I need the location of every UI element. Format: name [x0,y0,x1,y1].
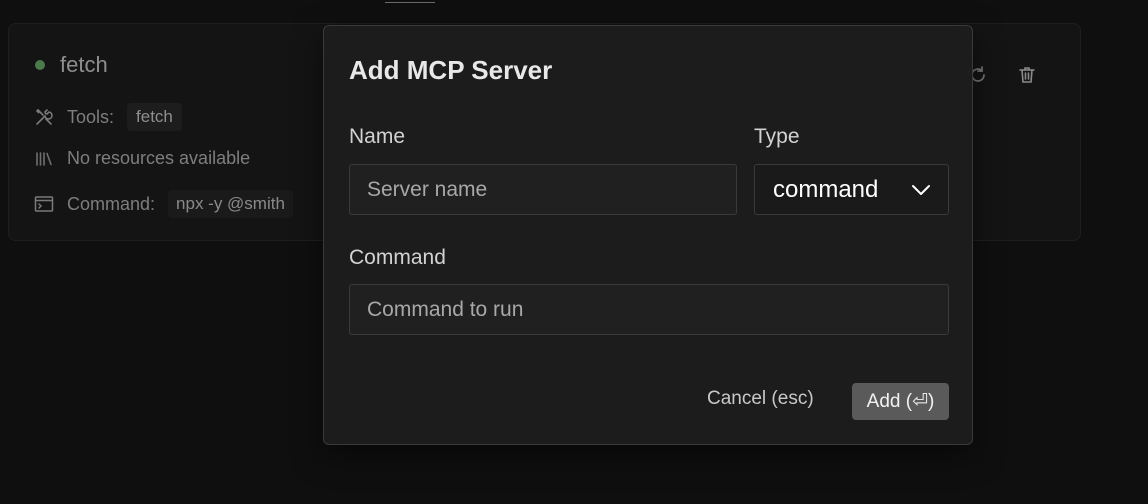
add-server-dialog: Add MCP Server Name Type command Command… [323,25,973,445]
type-select[interactable]: command [754,164,949,215]
server-name: fetch [60,52,108,77]
terminal-icon [34,194,54,214]
tools-label: Tools: [67,106,115,127]
resources-row: No resources available [34,148,250,169]
card-actions [967,64,1037,86]
tool-chip: fetch [127,103,182,131]
type-label: Type [754,125,800,148]
command-value: npx -y @smith [168,190,293,218]
tools-row: Tools: fetch [34,103,182,131]
status-dot [35,60,45,70]
command-input[interactable] [349,284,949,335]
library-icon [34,149,54,169]
tools-icon [34,107,54,127]
cancel-button[interactable]: Cancel (esc) [707,388,814,410]
top-strip [0,0,1148,6]
dialog-title: Add MCP Server [349,55,553,85]
command-label: Command: [67,193,156,214]
command-field-label: Command [349,246,446,269]
trash-icon[interactable] [1017,65,1037,85]
page: fetch Tools: fetch No resources availabl… [0,0,1148,504]
chevron-down-icon [911,184,931,196]
resources-text: No resources available [67,148,251,168]
name-label: Name [349,125,406,148]
command-row: Command: npx -y @smith [34,190,293,218]
link-underline [385,2,435,3]
type-select-value: command [773,175,879,203]
name-input[interactable] [349,164,737,215]
add-button[interactable]: Add (⏎) [852,383,949,420]
server-header: fetch [35,52,108,78]
